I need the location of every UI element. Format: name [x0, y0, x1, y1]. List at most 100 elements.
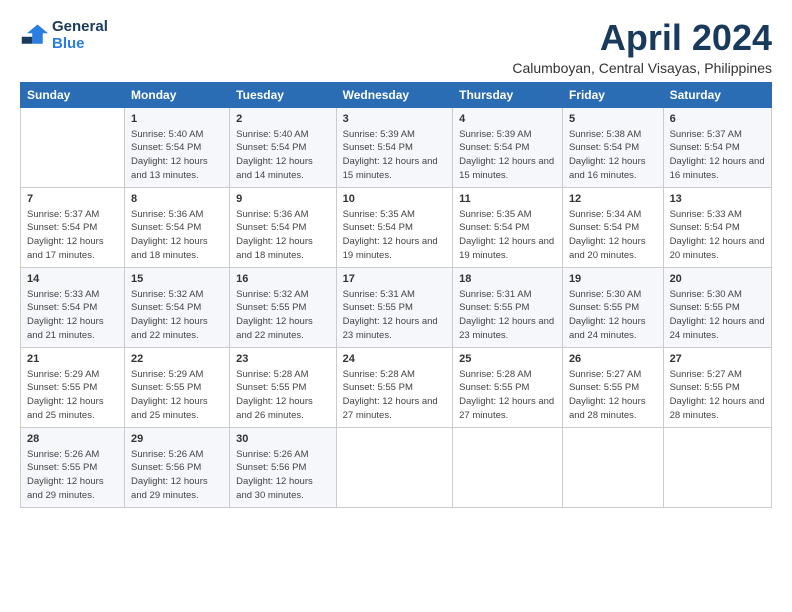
day-cell: [453, 427, 563, 507]
day-number: 5: [569, 112, 657, 128]
calendar-body: 1 Sunrise: 5:40 AMSunset: 5:54 PMDaylight…: [21, 107, 772, 507]
day-info: Sunrise: 5:34 AMSunset: 5:54 PMDaylight:…: [569, 208, 657, 263]
col-friday: Friday: [562, 82, 663, 107]
day-cell: 23Sunrise: 5:28 AMSunset: 5:55 PMDayligh…: [230, 347, 336, 427]
day-info: Sunrise: 5:28 AMSunset: 5:55 PMDaylight:…: [343, 368, 447, 423]
day-cell: 2Sunrise: 5:40 AMSunset: 5:54 PMDaylight…: [230, 107, 336, 187]
day-cell: 26Sunrise: 5:27 AMSunset: 5:55 PMDayligh…: [562, 347, 663, 427]
day-info: Sunrise: 5:32 AMSunset: 5:55 PMDaylight:…: [236, 288, 329, 343]
col-wednesday: Wednesday: [336, 82, 453, 107]
day-number: 15: [131, 272, 223, 288]
day-number: 14: [27, 272, 118, 288]
week-row-1: 1 Sunrise: 5:40 AMSunset: 5:54 PMDaylight…: [21, 107, 772, 187]
day-number: 16: [236, 272, 329, 288]
day-cell: 25Sunrise: 5:28 AMSunset: 5:55 PMDayligh…: [453, 347, 563, 427]
day-number: 27: [670, 352, 765, 368]
day-info: Sunrise: 5:35 AMSunset: 5:54 PMDaylight:…: [343, 208, 447, 263]
day-info: Sunrise: 5:37 AMSunset: 5:54 PMDaylight:…: [670, 128, 765, 183]
day-cell: 27Sunrise: 5:27 AMSunset: 5:55 PMDayligh…: [663, 347, 771, 427]
day-cell: 21Sunrise: 5:29 AMSunset: 5:55 PMDayligh…: [21, 347, 125, 427]
day-info: Sunrise: 5:31 AMSunset: 5:55 PMDaylight:…: [343, 288, 447, 343]
day-info: Sunrise: 5:28 AMSunset: 5:55 PMDaylight:…: [459, 368, 556, 423]
week-row-3: 14Sunrise: 5:33 AMSunset: 5:54 PMDayligh…: [21, 267, 772, 347]
day-info: Sunrise: 5:26 AMSunset: 5:56 PMDaylight:…: [131, 448, 223, 503]
day-number: 1: [131, 112, 223, 128]
day-cell: 30Sunrise: 5:26 AMSunset: 5:56 PMDayligh…: [230, 427, 336, 507]
day-cell: 8Sunrise: 5:36 AMSunset: 5:54 PMDaylight…: [125, 187, 230, 267]
day-cell: 18Sunrise: 5:31 AMSunset: 5:55 PMDayligh…: [453, 267, 563, 347]
day-info: Sunrise: 5:33 AMSunset: 5:54 PMDaylight:…: [670, 208, 765, 263]
day-cell: 29Sunrise: 5:26 AMSunset: 5:56 PMDayligh…: [125, 427, 230, 507]
col-monday: Monday: [125, 82, 230, 107]
col-thursday: Thursday: [453, 82, 563, 107]
week-row-5: 28Sunrise: 5:26 AMSunset: 5:55 PMDayligh…: [21, 427, 772, 507]
day-info: Sunrise: 5:27 AMSunset: 5:55 PMDaylight:…: [569, 368, 657, 423]
col-saturday: Saturday: [663, 82, 771, 107]
logo-icon: [20, 21, 48, 49]
header-row: Sunday Monday Tuesday Wednesday Thursday…: [21, 82, 772, 107]
day-info: Sunrise: 5:26 AMSunset: 5:55 PMDaylight:…: [27, 448, 118, 503]
day-number: 19: [569, 272, 657, 288]
day-cell: 14Sunrise: 5:33 AMSunset: 5:54 PMDayligh…: [21, 267, 125, 347]
day-cell: 6Sunrise: 5:37 AMSunset: 5:54 PMDaylight…: [663, 107, 771, 187]
day-cell: 16Sunrise: 5:32 AMSunset: 5:55 PMDayligh…: [230, 267, 336, 347]
day-info: Sunrise: 5:37 AMSunset: 5:54 PMDaylight:…: [27, 208, 118, 263]
day-number: 17: [343, 272, 447, 288]
day-info: Sunrise: 5:29 AMSunset: 5:55 PMDaylight:…: [27, 368, 118, 423]
day-info: Sunrise: 5:32 AMSunset: 5:54 PMDaylight:…: [131, 288, 223, 343]
day-info: Sunrise: 5:30 AMSunset: 5:55 PMDaylight:…: [670, 288, 765, 343]
day-cell: 22Sunrise: 5:29 AMSunset: 5:55 PMDayligh…: [125, 347, 230, 427]
day-cell: 4Sunrise: 5:39 AMSunset: 5:54 PMDaylight…: [453, 107, 563, 187]
day-info: Sunrise: 5:30 AMSunset: 5:55 PMDaylight:…: [569, 288, 657, 343]
day-number: 8: [131, 192, 223, 208]
header: General Blue April 2024 Calumboyan, Cent…: [20, 18, 772, 76]
day-number: 2: [236, 112, 329, 128]
day-info: Sunrise: 5:40 AMSunset: 5:54 PMDaylight:…: [236, 128, 329, 183]
day-number: 13: [670, 192, 765, 208]
day-number: 7: [27, 192, 118, 208]
col-tuesday: Tuesday: [230, 82, 336, 107]
day-number: 23: [236, 352, 329, 368]
day-cell: [663, 427, 771, 507]
day-cell: 19Sunrise: 5:30 AMSunset: 5:55 PMDayligh…: [562, 267, 663, 347]
day-number: 22: [131, 352, 223, 368]
day-cell: 20Sunrise: 5:30 AMSunset: 5:55 PMDayligh…: [663, 267, 771, 347]
day-number: 12: [569, 192, 657, 208]
week-row-4: 21Sunrise: 5:29 AMSunset: 5:55 PMDayligh…: [21, 347, 772, 427]
day-info: Sunrise: 5:28 AMSunset: 5:55 PMDaylight:…: [236, 368, 329, 423]
day-number: 6: [670, 112, 765, 128]
day-number: 9: [236, 192, 329, 208]
day-cell: 28Sunrise: 5:26 AMSunset: 5:55 PMDayligh…: [21, 427, 125, 507]
day-cell: 10Sunrise: 5:35 AMSunset: 5:54 PMDayligh…: [336, 187, 453, 267]
day-number: 18: [459, 272, 556, 288]
day-info: Sunrise: 5:26 AMSunset: 5:56 PMDaylight:…: [236, 448, 329, 503]
day-number: 30: [236, 432, 329, 448]
day-number: 26: [569, 352, 657, 368]
day-cell: 9Sunrise: 5:36 AMSunset: 5:54 PMDaylight…: [230, 187, 336, 267]
calendar-table: Sunday Monday Tuesday Wednesday Thursday…: [20, 82, 772, 508]
day-info: Sunrise: 5:35 AMSunset: 5:54 PMDaylight:…: [459, 208, 556, 263]
day-info: Sunrise: 5:31 AMSunset: 5:55 PMDaylight:…: [459, 288, 556, 343]
day-info: Sunrise: 5:39 AMSunset: 5:54 PMDaylight:…: [343, 128, 447, 183]
day-number: 11: [459, 192, 556, 208]
day-info: Sunrise: 5:29 AMSunset: 5:55 PMDaylight:…: [131, 368, 223, 423]
day-number: 24: [343, 352, 447, 368]
week-row-2: 7Sunrise: 5:37 AMSunset: 5:54 PMDaylight…: [21, 187, 772, 267]
day-cell: 24Sunrise: 5:28 AMSunset: 5:55 PMDayligh…: [336, 347, 453, 427]
day-info: Sunrise: 5:33 AMSunset: 5:54 PMDaylight:…: [27, 288, 118, 343]
title-block: April 2024 Calumboyan, Central Visayas, …: [512, 18, 772, 76]
day-info: Sunrise: 5:38 AMSunset: 5:54 PMDaylight:…: [569, 128, 657, 183]
day-cell: [21, 107, 125, 187]
day-number: 21: [27, 352, 118, 368]
day-cell: [562, 427, 663, 507]
day-cell: [336, 427, 453, 507]
day-number: 3: [343, 112, 447, 128]
day-info: Sunrise: 5:36 AMSunset: 5:54 PMDaylight:…: [236, 208, 329, 263]
col-sunday: Sunday: [21, 82, 125, 107]
day-cell: 7Sunrise: 5:37 AMSunset: 5:54 PMDaylight…: [21, 187, 125, 267]
day-number: 29: [131, 432, 223, 448]
day-number: 28: [27, 432, 118, 448]
month-title: April 2024: [512, 18, 772, 58]
day-cell: 5Sunrise: 5:38 AMSunset: 5:54 PMDaylight…: [562, 107, 663, 187]
day-info: Sunrise: 5:39 AMSunset: 5:54 PMDaylight:…: [459, 128, 556, 183]
